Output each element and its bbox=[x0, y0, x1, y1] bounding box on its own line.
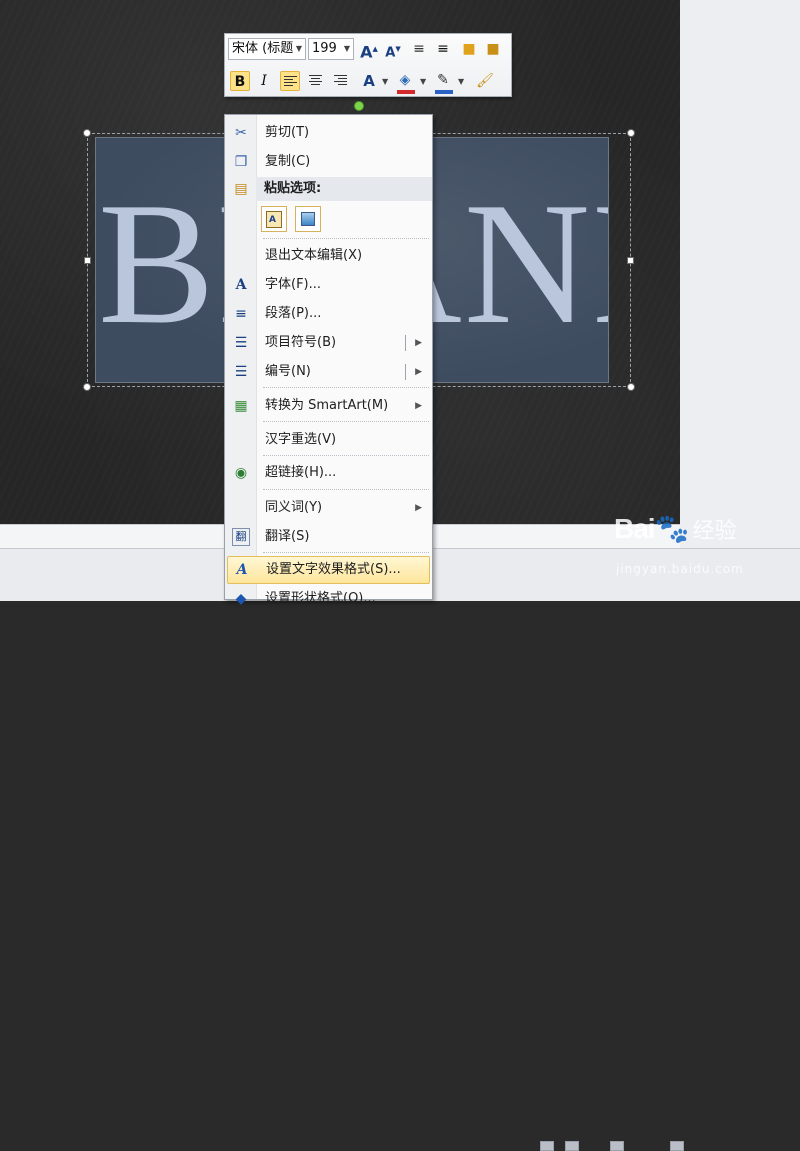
bring-forward-icon[interactable]: ■ bbox=[459, 39, 479, 59]
bold-button[interactable]: B bbox=[230, 71, 250, 91]
text-effects-icon[interactable]: A bbox=[359, 71, 379, 91]
font-size-combo[interactable]: 199 ▼ bbox=[308, 38, 354, 60]
menu-separator bbox=[263, 489, 429, 490]
align-center-button[interactable] bbox=[306, 71, 326, 91]
font-icon: A bbox=[235, 277, 247, 293]
mini-toolbar: 宋体 (标题 ▼ 199 ▼ A▲ A▼ ≡ ≡ ■ ■ B I A ▼ ◈ ▼… bbox=[224, 33, 512, 97]
line-color-swatch bbox=[435, 90, 453, 94]
align-right-icon bbox=[334, 75, 347, 87]
paste-icon: ▤ bbox=[234, 181, 248, 197]
font-name-value: 宋体 (标题 bbox=[232, 41, 294, 56]
chevron-down-icon[interactable]: ▼ bbox=[296, 39, 302, 59]
align-right-button[interactable] bbox=[331, 71, 351, 91]
send-backward-icon[interactable]: ■ bbox=[483, 39, 503, 59]
paste-options-header: 粘贴选项: bbox=[256, 177, 432, 201]
hyperlink-icon: ◉ bbox=[234, 465, 248, 481]
menu-item-bullets[interactable]: ☰ 项目符号(B) ▶ bbox=[227, 330, 430, 356]
watermark-logo-tail: 经验 bbox=[692, 519, 737, 544]
submenu-arrow-icon[interactable]: ▶ bbox=[415, 359, 422, 385]
paste-text-icon: A bbox=[266, 211, 282, 228]
menu-item-font[interactable]: A 字体(F)... bbox=[227, 272, 430, 298]
fill-color-swatch bbox=[397, 90, 415, 94]
resize-handle-top-left[interactable] bbox=[83, 129, 91, 137]
paragraph-icon: ≡ bbox=[235, 306, 247, 322]
bullets-icon: ☰ bbox=[234, 335, 248, 351]
watermark-url: jingyan.baidu.com bbox=[616, 562, 744, 576]
chevron-down-icon[interactable]: ▼ bbox=[344, 39, 350, 59]
numbering-icon: ☰ bbox=[234, 364, 248, 380]
normal-view-button[interactable] bbox=[540, 1141, 554, 1151]
paste-icon-cell: ▤ bbox=[227, 176, 257, 202]
context-menu: ✂ 剪切(T) ❐ 复制(C) 粘贴选项: ▤ A 退出文本编辑(X) A 字体… bbox=[224, 114, 433, 607]
shrink-font-icon[interactable]: A▼ bbox=[383, 39, 403, 60]
paste-picture-icon bbox=[301, 212, 315, 226]
resize-handle-right[interactable] bbox=[627, 257, 634, 264]
resize-handle-top-right[interactable] bbox=[627, 129, 635, 137]
copy-icon: ❐ bbox=[234, 154, 248, 170]
line-color-icon[interactable]: ✎ bbox=[433, 70, 453, 90]
watermark-logo: Bai bbox=[614, 513, 656, 544]
menu-item-translate[interactable]: 翻 翻译(S) bbox=[227, 524, 430, 550]
menu-separator bbox=[263, 552, 429, 553]
menu-separator bbox=[263, 387, 429, 388]
chevron-down-icon[interactable]: ▼ bbox=[458, 77, 464, 86]
submenu-arrow-icon[interactable]: ▶ bbox=[415, 330, 422, 356]
resize-handle-bottom-right[interactable] bbox=[627, 383, 635, 391]
scissors-icon: ✂ bbox=[235, 125, 247, 141]
grow-font-icon[interactable]: A▲ bbox=[359, 39, 379, 61]
menu-separator bbox=[263, 238, 429, 239]
submenu-arrow-icon[interactable]: ▶ bbox=[415, 495, 422, 521]
paw-icon: 🐾 bbox=[654, 513, 690, 544]
split-divider bbox=[405, 364, 406, 380]
font-name-combo[interactable]: 宋体 (标题 ▼ bbox=[228, 38, 306, 60]
menu-item-reconversion[interactable]: 汉字重选(V) bbox=[227, 427, 430, 453]
paste-as-picture-button[interactable] bbox=[295, 206, 321, 232]
menu-item-paragraph[interactable]: ≡ 段落(P)... bbox=[227, 301, 430, 327]
translate-icon: 翻 bbox=[232, 528, 250, 546]
resize-handle-left[interactable] bbox=[84, 257, 91, 264]
rotation-handle[interactable] bbox=[354, 101, 364, 111]
editor-background bbox=[680, 0, 800, 548]
slide-sorter-view-button[interactable] bbox=[565, 1141, 579, 1151]
paste-keep-text-button[interactable]: A bbox=[261, 206, 287, 232]
menu-item-numbering[interactable]: ☰ 编号(N) ▶ bbox=[227, 359, 430, 385]
menu-item-format-text-effects[interactable]: A 设置文字效果格式(S)... bbox=[227, 556, 430, 584]
smartart-icon: ▦ bbox=[234, 398, 248, 414]
menu-separator bbox=[263, 455, 429, 456]
baidu-jingyan-watermark: Bai🐾 经验 jingyan.baidu.com bbox=[614, 512, 743, 576]
slideshow-view-button[interactable] bbox=[670, 1141, 684, 1151]
menu-item-synonyms[interactable]: 同义词(Y) ▶ bbox=[227, 495, 430, 521]
shape-format-icon: ◆ bbox=[235, 591, 247, 607]
align-left-button[interactable] bbox=[280, 71, 300, 91]
split-divider bbox=[405, 335, 406, 351]
text-effects-icon: A bbox=[236, 562, 248, 578]
menu-item-hyperlink[interactable]: ◉ 超链接(H)... bbox=[227, 460, 430, 486]
align-center-icon bbox=[309, 75, 322, 87]
menu-separator bbox=[263, 421, 429, 422]
fill-color-icon[interactable]: ◈ bbox=[395, 70, 415, 90]
menu-item-cut[interactable]: ✂ 剪切(T) bbox=[227, 120, 430, 146]
submenu-arrow-icon[interactable]: ▶ bbox=[415, 393, 422, 419]
format-painter-icon[interactable]: 🖌 bbox=[475, 71, 495, 91]
menu-item-convert-smartart[interactable]: ▦ 转换为 SmartArt(M) ▶ bbox=[227, 393, 430, 419]
menu-item-exit-text-edit[interactable]: 退出文本编辑(X) bbox=[227, 243, 430, 269]
menu-item-copy[interactable]: ❐ 复制(C) bbox=[227, 149, 430, 175]
resize-handle-bottom-left[interactable] bbox=[83, 383, 91, 391]
chevron-down-icon[interactable]: ▼ bbox=[382, 77, 388, 86]
reading-view-button[interactable] bbox=[610, 1141, 624, 1151]
chevron-down-icon[interactable]: ▼ bbox=[420, 77, 426, 86]
increase-indent-icon[interactable]: ≡ bbox=[433, 39, 453, 59]
font-size-value: 199 bbox=[312, 41, 337, 56]
align-left-icon bbox=[284, 76, 297, 88]
italic-button[interactable]: I bbox=[254, 71, 274, 91]
decrease-indent-icon[interactable]: ≡ bbox=[409, 39, 429, 59]
menu-item-format-shape[interactable]: ◆ 设置形状格式(O)... bbox=[227, 586, 430, 612]
